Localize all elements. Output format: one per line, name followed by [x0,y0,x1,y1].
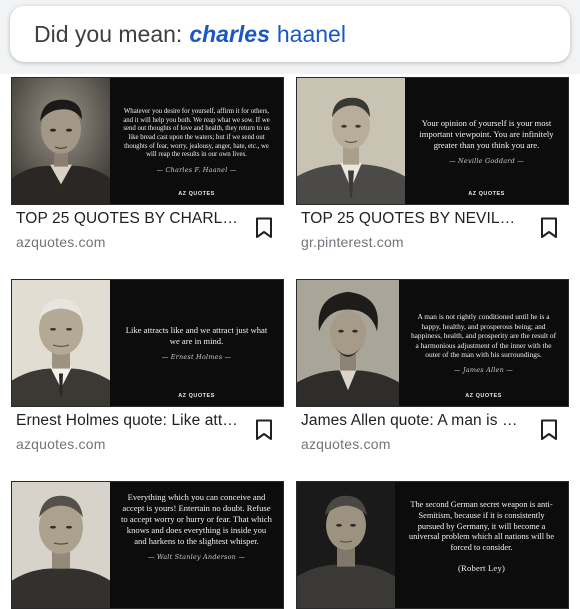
brand-logo: AZ QUOTES [178,191,215,197]
quote-area: Like attracts like and we attract just w… [110,280,283,406]
portrait-image [297,78,405,204]
quote-author: — Ernest Holmes — [161,353,232,361]
quote-area: A man is not rightly conditioned until h… [399,280,568,406]
did-you-mean-label: Did you mean: [34,20,183,47]
result-thumbnail[interactable]: Your opinion of yourself is your most im… [296,77,569,205]
brand-logo: AZ QUOTES [468,191,505,197]
image-result-card[interactable]: Whatever you desire for yourself, affirm… [11,77,284,250]
quote-text: Whatever you desire for yourself, affirm… [123,107,270,159]
quote-author: (Robert Ley) [457,562,506,573]
bookmark-icon[interactable] [255,217,273,239]
quote-text: Like attracts like and we attract just w… [125,325,268,346]
brand-logo: AZ QUOTES [465,393,502,399]
result-title[interactable]: TOP 25 QUOTES BY CHARLES F. HAANEL [16,210,238,228]
quote-text: Everything which you can conceive and ac… [121,492,272,546]
quote-author: — Charles F. Haanel — [156,166,237,175]
result-thumbnail[interactable]: Everything which you can conceive and ac… [11,481,284,609]
result-thumbnail[interactable]: The second German secret weapon is anti-… [296,481,569,609]
image-result-card[interactable]: Like attracts like and we attract just w… [11,279,284,452]
portrait-image [12,482,110,608]
quote-area: Your opinion of yourself is your most im… [405,78,568,204]
quote-author: — James Allen — [454,365,513,374]
portrait-image [12,78,110,204]
result-title[interactable]: James Allen quote: A man is not rightly [301,412,523,430]
quote-text: A man is not rightly conditioned until h… [410,312,557,360]
brand-logo: AZ QUOTES [178,393,215,399]
result-thumbnail[interactable]: Like attracts like and we attract just w… [11,279,284,407]
suggested-query-rest[interactable]: haanel [277,21,346,48]
did-you-mean-banner: Did you mean: charles haanel [10,6,570,62]
result-source[interactable]: azquotes.com [16,234,106,250]
result-title[interactable]: TOP 25 QUOTES BY NEVILLE GODDARD [301,210,523,228]
bookmark-icon[interactable] [540,419,558,441]
result-source[interactable]: azquotes.com [301,436,391,452]
bookmark-icon[interactable] [255,419,273,441]
quote-area: Everything which you can conceive and ac… [110,482,283,608]
image-result-card[interactable]: The second German secret weapon is anti-… [296,481,569,609]
quote-text: Your opinion of yourself is your most im… [419,117,554,150]
image-result-card[interactable]: A man is not rightly conditioned until h… [296,279,569,452]
portrait-image [297,280,399,406]
result-source[interactable]: gr.pinterest.com [301,234,404,250]
result-thumbnail[interactable]: A man is not rightly conditioned until h… [296,279,569,407]
image-result-card[interactable]: Everything which you can conceive and ac… [11,481,284,609]
portrait-image [297,482,395,608]
quote-area: Whatever you desire for yourself, affirm… [110,78,283,204]
quote-author: — Walt Stanley Anderson — [147,553,246,561]
image-result-card[interactable]: Your opinion of yourself is your most im… [296,77,569,250]
portrait-image [12,280,110,406]
quote-author: — Neville Goddard — [449,156,524,165]
quote-area: The second German secret weapon is anti-… [395,482,568,608]
result-thumbnail[interactable]: Whatever you desire for yourself, affirm… [11,77,284,205]
bookmark-icon[interactable] [540,217,558,239]
quote-text: The second German secret weapon is anti-… [408,500,555,552]
suggested-query-bold[interactable]: charles [189,21,270,48]
result-source[interactable]: azquotes.com [16,436,106,452]
result-title[interactable]: Ernest Holmes quote: Like attracts like [16,412,238,430]
